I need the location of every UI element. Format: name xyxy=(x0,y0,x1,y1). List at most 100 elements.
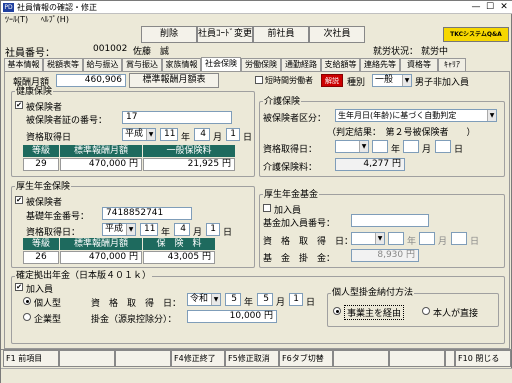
health-cert-input[interactable]: 17 xyxy=(122,111,232,124)
care-class-select[interactable]: 生年月日(年齢)に基づく自動判定 ▼ xyxy=(335,109,497,122)
care-day-input[interactable] xyxy=(435,140,451,153)
code-change-button[interactable]: 社員ｺｰﾄﾞ変更 xyxy=(197,26,253,43)
f5-button[interactable]: F5修正取消 xyxy=(225,350,279,367)
f10-button[interactable]: F10 閉じる xyxy=(455,350,511,367)
fund-month-input[interactable] xyxy=(419,232,435,245)
tab-9[interactable]: 支給額等 xyxy=(321,58,360,71)
care-class-label: 被保険者区分： xyxy=(263,114,327,124)
tab-10[interactable]: 連絡先等 xyxy=(360,58,400,71)
day-unit: 日 xyxy=(454,145,464,155)
care-insurance-title: 介護保険 xyxy=(263,97,302,107)
fund-number-input[interactable] xyxy=(351,214,429,227)
minimize-icon[interactable]: — xyxy=(469,2,483,13)
fund-member-checkbox[interactable] xyxy=(263,204,271,212)
care-era-select[interactable]: ▼ xyxy=(335,140,369,153)
pension-era-select[interactable]: 平成 ▼ xyxy=(102,223,136,236)
dc-method-self-radio[interactable] xyxy=(422,307,430,315)
tab-3[interactable]: 給与振込 xyxy=(83,58,122,71)
app-window: 社員情報の確認・修正 PD — ☐ ✕ ﾂｰﾙ(T) ﾍﾙﾌﾟ(H) 削除 社員… xyxy=(0,0,512,383)
tab-4[interactable]: 賞与振込 xyxy=(122,58,162,71)
chevron-down-icon: ▼ xyxy=(375,233,384,244)
tab-6[interactable]: 社会保険 xyxy=(201,57,241,71)
std-table-button[interactable]: 標準報酬月額表 xyxy=(129,73,219,88)
pension-month-input[interactable]: 4 xyxy=(174,223,190,236)
dc-year-input[interactable]: 5 xyxy=(225,293,241,306)
pension-insured-label: 被保険者 xyxy=(26,198,63,208)
health-insured-checkbox[interactable]: ✔ xyxy=(15,101,23,109)
fund-year-input[interactable] xyxy=(388,232,404,245)
chevron-down-icon: ▼ xyxy=(487,110,496,121)
health-grade-cell: 29 xyxy=(23,158,59,171)
f4-button[interactable]: F4修正終了 xyxy=(171,350,225,367)
care-year-input[interactable] xyxy=(372,140,388,153)
f6-button[interactable]: F6タブ切替 xyxy=(279,350,333,367)
pension-premium-cell: 43,005 円 xyxy=(143,251,215,264)
dc-pension-title: 確定拠出年金（日本版４０１ｋ） xyxy=(15,271,153,281)
dc-method-employer-label: 事業主を経由 xyxy=(344,305,405,320)
year-unit: 年 xyxy=(407,237,417,247)
prev-employee-button[interactable]: 前社員 xyxy=(253,26,309,43)
pension-grade-header: 等級 xyxy=(23,238,59,250)
monthly-pay-input[interactable]: 460,906 xyxy=(56,74,126,87)
dc-era-select[interactable]: 令和 ▼ xyxy=(187,293,221,306)
close-icon[interactable]: ✕ xyxy=(497,2,511,13)
tab-5[interactable]: 家族情報 xyxy=(162,58,201,71)
tab-12[interactable]: ｷｬﾘｱ xyxy=(438,58,466,71)
explain-button[interactable]: 解説 xyxy=(321,74,343,87)
day-unit: 日 xyxy=(243,133,253,143)
health-year-input[interactable]: 11 xyxy=(160,128,178,141)
menu-tools[interactable]: ﾂｰﾙ(T) xyxy=(5,15,28,24)
f9-button[interactable] xyxy=(445,350,455,367)
f1-button[interactable]: F1 前項目 xyxy=(3,350,59,367)
pension-day-input[interactable]: 1 xyxy=(206,223,220,236)
pension-year-input[interactable]: 11 xyxy=(140,223,158,236)
health-era-select[interactable]: 平成 ▼ xyxy=(122,128,156,141)
pension-insured-checkbox[interactable]: ✔ xyxy=(15,196,23,204)
tab-7[interactable]: 労働保険 xyxy=(241,58,281,71)
next-employee-button[interactable]: 次社員 xyxy=(309,26,365,43)
dc-method-employer-radio[interactable] xyxy=(333,307,341,315)
dc-fee-input[interactable]: 10,000 円 xyxy=(187,310,277,323)
month-unit: 月 xyxy=(422,145,432,155)
care-result-text: （判定結果： 第２号被保険者 ） xyxy=(327,128,476,138)
dc-day-input[interactable]: 1 xyxy=(289,293,303,306)
care-premium-value: 4,277 円 xyxy=(335,158,405,171)
chevron-down-icon: ▼ xyxy=(126,224,135,235)
type-label: 種別 xyxy=(347,78,366,88)
type-select[interactable]: 一般 ▼ xyxy=(372,74,412,87)
day-unit: 日 xyxy=(470,237,480,247)
month-unit: 月 xyxy=(438,237,448,247)
short-time-checkbox[interactable] xyxy=(255,76,263,84)
month-unit: 月 xyxy=(193,228,203,238)
health-day-input[interactable]: 1 xyxy=(226,128,240,141)
dc-corporate-radio[interactable] xyxy=(23,313,31,321)
maximize-icon[interactable]: ☐ xyxy=(483,2,497,13)
health-std-cell: 470,000 円 xyxy=(60,158,142,171)
pension-title: 厚生年金保険 xyxy=(15,182,72,192)
dc-member-checkbox[interactable]: ✔ xyxy=(15,283,23,291)
pension-base-input[interactable]: 7418852741 xyxy=(102,207,192,220)
f8-button[interactable] xyxy=(389,350,445,367)
tab-2[interactable]: 税額表等 xyxy=(43,58,83,71)
health-month-input[interactable]: 4 xyxy=(194,128,210,141)
fund-era-select[interactable]: ▼ xyxy=(351,232,385,245)
dc-fee-label: 掛金（源泉控除分）： xyxy=(91,315,177,325)
tab-11[interactable]: 資格等 xyxy=(400,58,438,71)
dc-method-title: 個人型掛金納付方法 xyxy=(331,288,415,298)
f7-button[interactable] xyxy=(333,350,389,367)
brand-logo: TKCシステムQ&A xyxy=(443,27,509,42)
pension-std-header: 標準報酬月額 xyxy=(60,238,142,250)
tab-1[interactable]: 基本情報 xyxy=(4,58,43,71)
care-month-input[interactable] xyxy=(403,140,419,153)
employee-name: 佐藤 誠 xyxy=(133,47,170,57)
tab-8[interactable]: 通勤経路 xyxy=(281,58,321,71)
dc-month-input[interactable]: 5 xyxy=(257,293,273,306)
fund-day-input[interactable] xyxy=(451,232,467,245)
f3-button[interactable] xyxy=(115,350,171,367)
menu-help[interactable]: ﾍﾙﾌﾟ(H) xyxy=(41,15,69,24)
dc-individual-radio[interactable] xyxy=(23,297,31,305)
f2-button[interactable] xyxy=(59,350,115,367)
delete-button[interactable]: 削除 xyxy=(141,26,197,43)
health-cert-label: 被保険者証の番号： xyxy=(26,116,108,126)
menu-bar: ﾂｰﾙ(T) ﾍﾙﾌﾟ(H) xyxy=(1,14,512,26)
